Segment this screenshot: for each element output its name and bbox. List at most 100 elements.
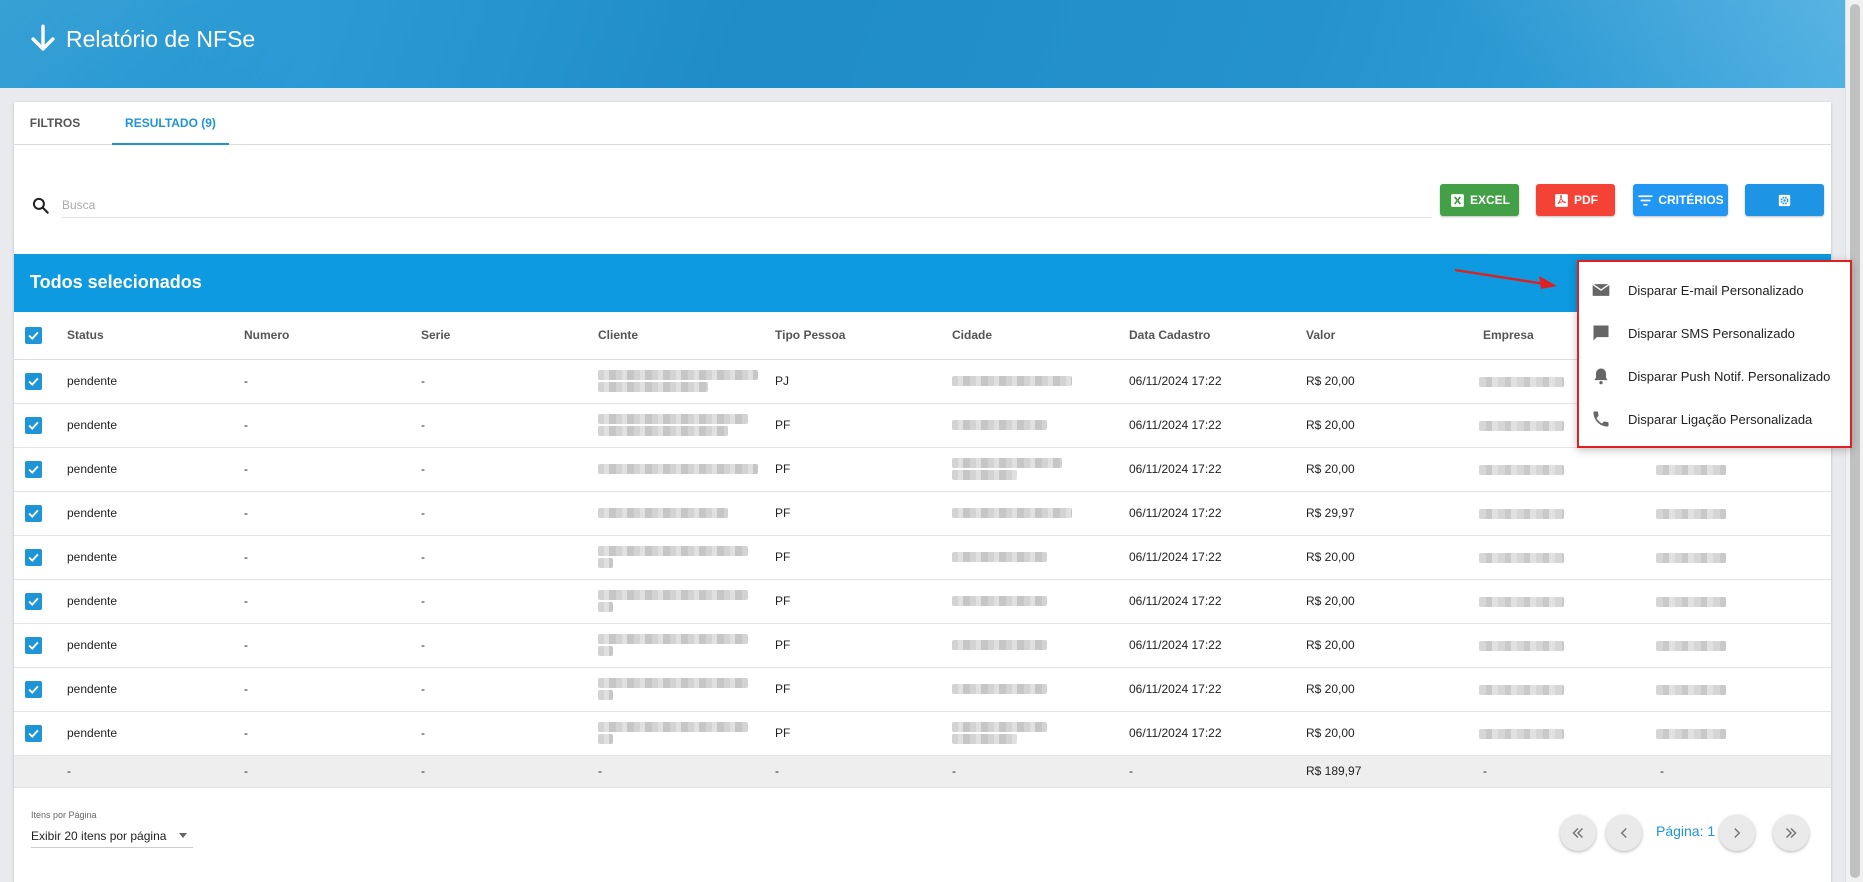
row-checkbox[interactable] [25,592,42,610]
column-header[interactable]: Tipo Pessoa [775,312,952,360]
redacted-text [598,558,613,568]
check-icon [28,641,39,650]
row-checkbox[interactable] [25,372,42,390]
excel-icon [1451,193,1464,207]
tab-resultado[interactable]: RESULTADO (9) [112,102,229,145]
cell-extra [1656,447,1831,492]
row-checkbox[interactable] [25,416,42,434]
cell-status: pendente [67,623,244,668]
table-row[interactable]: pendente - - PF 06/11/2024 17:22 R$ 20,00 [14,447,1831,492]
column-header[interactable]: Serie [421,312,598,360]
row-select-cell [14,491,67,536]
table-row[interactable]: pendente - - PF 06/11/2024 17:22 R$ 20,00 [14,579,1831,624]
column-header[interactable]: Cidade [952,312,1129,360]
select-all-checkbox[interactable] [25,326,42,344]
table-row[interactable]: pendente - - PF 06/11/2024 17:22 R$ 20,00 [14,535,1831,580]
cell-extra [1656,491,1831,536]
cell-extra [1656,711,1831,756]
table-row[interactable]: pendente - - PF 06/11/2024 17:22 R$ 20,00 [14,403,1831,448]
menu-item-push[interactable]: Disparar Push Notif. Personalizado [1579,356,1850,396]
cell-cliente [598,579,775,624]
cell-cliente [598,667,775,712]
settings-button[interactable] [1745,184,1824,216]
menu-item-email[interactable]: Disparar E-mail Personalizado [1579,270,1850,310]
check-icon [28,509,39,518]
phone-icon [1593,411,1609,427]
column-header[interactable]: Numero [244,312,421,360]
row-checkbox[interactable] [25,680,42,698]
cell-data-cadastro: 06/11/2024 17:22 [1129,667,1306,712]
first-page-button[interactable] [1560,815,1596,851]
row-select-cell [14,623,67,668]
cell-cidade [952,447,1129,492]
cell-numero: - [244,447,421,492]
column-header[interactable]: Status [67,312,244,360]
table-row[interactable]: pendente - - PJ 06/11/2024 17:22 R$ 20,00 [14,359,1831,404]
cell-serie: - [421,711,598,756]
column-header[interactable]: Cliente [598,312,775,360]
redacted-text [1479,420,1564,431]
next-page-button[interactable] [1719,815,1755,851]
redacted-text [952,508,1072,518]
row-select-cell [14,579,67,624]
table-row[interactable]: pendente - - PF 06/11/2024 17:22 R$ 29,97 [14,491,1831,536]
totals-row: - - - - - - - R$ 189,97- - [14,755,1831,788]
prev-page-button[interactable] [1606,815,1642,851]
cell-empresa [1479,535,1660,580]
column-header[interactable]: Valor [1306,312,1483,360]
caret-down-icon [179,833,187,838]
check-icon [28,553,39,562]
row-checkbox[interactable] [25,548,42,566]
cell-valor: R$ 20,00 [1306,623,1483,668]
chevron-left-icon [1620,827,1627,839]
pdf-label: PDF [1574,193,1598,207]
last-page-button[interactable] [1773,815,1809,851]
menu-item-sms[interactable]: Disparar SMS Personalizado [1579,313,1850,353]
row-select-cell [14,535,67,580]
table-row[interactable]: pendente - - PF 06/11/2024 17:22 R$ 20,00 [14,711,1831,756]
selection-bar: Todos selecionados [14,254,1831,312]
cell-tipo-pessoa: PF [775,491,952,536]
menu-item-call[interactable]: Disparar Ligação Personalizada [1579,399,1850,439]
arrow-down-icon[interactable] [26,22,60,56]
table-row[interactable]: pendente - - PF 06/11/2024 17:22 R$ 20,00 [14,667,1831,712]
check-icon [28,465,39,474]
cell-serie: - [421,359,598,404]
redacted-text [1479,684,1564,695]
cell-cliente [598,535,775,580]
cell-serie: - [421,491,598,536]
redacted-text [1656,552,1726,563]
menu-item-label: Disparar Ligação Personalizada [1628,411,1813,427]
row-checkbox[interactable] [25,636,42,654]
row-checkbox[interactable] [25,724,42,742]
column-header[interactable]: Data Cadastro [1129,312,1306,360]
criterios-button[interactable]: CRITÉRIOS [1633,184,1728,216]
redacted-text [1656,596,1726,607]
cell-status: pendente [67,447,244,492]
annotation-arrow-icon [1454,268,1557,289]
double-chevron-right-icon [1785,827,1797,839]
pdf-button[interactable]: PDF [1536,184,1615,216]
row-checkbox[interactable] [25,460,42,478]
cell-cidade [952,535,1129,580]
row-checkbox[interactable] [25,504,42,522]
items-per-page-select[interactable]: Exibir 20 itens por página [31,824,193,848]
sms-icon [1593,325,1609,341]
check-icon [28,729,39,738]
cell-cliente [598,359,775,404]
cell-tipo-pessoa: PF [775,403,952,448]
redacted-text [1479,728,1564,739]
cell-valor: R$ 20,00 [1306,447,1483,492]
redacted-text [952,420,1047,430]
tab-filtros[interactable]: FILTROS [14,102,96,145]
redacted-text [1656,684,1726,695]
redacted-text [598,722,748,732]
cell-cidade [952,623,1129,668]
cell-numero: - [244,359,421,404]
search-input[interactable] [62,192,1432,218]
check-icon [28,685,39,694]
table-row[interactable]: pendente - - PF 06/11/2024 17:22 R$ 20,00 [14,623,1831,668]
excel-button[interactable]: EXCEL [1440,184,1519,216]
redacted-text [952,376,1072,386]
bell-icon [1594,368,1608,385]
